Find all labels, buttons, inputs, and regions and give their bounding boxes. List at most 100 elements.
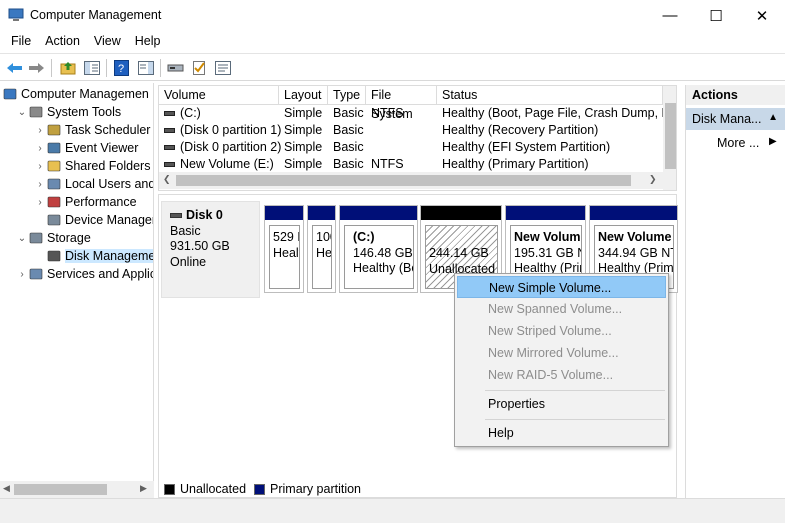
partition-size: 100: [316, 230, 331, 244]
show-hide-tree-icon[interactable]: [82, 58, 101, 77]
partition-status: He: [316, 245, 332, 260]
menu-new-mirrored-volume: New Mirrored Volume...: [488, 346, 619, 360]
collapsed-chevron-icon[interactable]: ›: [34, 161, 46, 172]
tree-item[interactable]: › Event Viewer: [34, 139, 138, 157]
volume-row[interactable]: New Volume (E:) Simple Basic NTFS Healthy (P…: [159, 156, 664, 173]
maximize-button[interactable]: ☐: [693, 0, 739, 31]
actions-disk-management[interactable]: Disk Mana... ▲: [686, 108, 785, 130]
scroll-left-icon[interactable]: ❮: [163, 174, 171, 185]
menu-new-simple-volume[interactable]: New Simple Volume...: [457, 276, 666, 298]
tree-item-label: System Tools: [47, 105, 122, 119]
menu-separator: [485, 419, 665, 420]
volume-type: Basic: [333, 106, 364, 120]
properties-icon[interactable]: [213, 58, 232, 77]
disk-size: 931.50 GB: [170, 239, 230, 253]
tree-item[interactable]: › Shared Folders: [34, 157, 150, 175]
help-icon[interactable]: ?: [112, 58, 131, 77]
tree-item[interactable]: › Services and Applica: [16, 265, 154, 283]
toolbar: ?: [0, 53, 785, 81]
disk-name: Disk 0: [186, 208, 223, 222]
action-pane-icon[interactable]: [136, 58, 155, 77]
disk-icon: [170, 213, 182, 219]
up-folder-icon[interactable]: [58, 58, 77, 77]
column-header-volume[interactable]: Volume: [159, 86, 279, 105]
collapsed-chevron-icon[interactable]: ›: [34, 143, 46, 154]
disk-state: Online: [170, 254, 207, 269]
tree-item[interactable]: Computer Managemen: [2, 85, 149, 103]
volume-list-vertical-scrollbar[interactable]: [663, 86, 676, 190]
partition-recovery[interactable]: 529 MHealt: [264, 205, 304, 293]
tree-item[interactable]: › Performance: [34, 193, 136, 211]
actions-more[interactable]: More ... ▶: [717, 136, 777, 150]
volume-name: (Disk 0 partition 1): [180, 123, 282, 137]
volume-name: (C:): [180, 106, 201, 120]
expanded-chevron-icon[interactable]: ⌄: [16, 107, 28, 118]
menu-file[interactable]: File: [4, 31, 38, 53]
collapsed-chevron-icon[interactable]: ›: [34, 179, 46, 190]
volume-list-horizontal-scrollbar[interactable]: ❮ ❯: [159, 172, 663, 189]
tree-item-label: Storage: [47, 231, 91, 245]
column-header-file-system[interactable]: File System: [366, 86, 437, 121]
menu-properties[interactable]: Properties: [457, 393, 666, 415]
tree-item[interactable]: ⌄ System Tools: [16, 103, 121, 121]
tree-item[interactable]: ⌄ Storage: [16, 229, 91, 247]
expanded-chevron-icon[interactable]: ⌄: [16, 233, 28, 244]
column-header-type[interactable]: Type: [328, 86, 366, 105]
volume-list: Volume Layout Type File System Status (C…: [158, 85, 677, 191]
context-menu: New Simple Volume... New Spanned Volume.…: [454, 273, 669, 447]
actions-pane: Actions Disk Mana... ▲ More ... ▶: [685, 85, 785, 498]
scroll-thumb[interactable]: [665, 103, 676, 169]
menu-new-spanned-volume: New Spanned Volume...: [488, 302, 623, 316]
tree-item-label: Disk Manageme: [65, 249, 154, 263]
disk-type: Basic: [170, 223, 201, 238]
back-icon[interactable]: [5, 58, 24, 77]
column-header-layout[interactable]: Layout: [279, 86, 328, 105]
minimize-button[interactable]: —: [647, 0, 693, 31]
tree-horizontal-scrollbar[interactable]: ◀ ▶: [0, 481, 154, 498]
menu-action[interactable]: Action: [38, 31, 87, 53]
column-header-status[interactable]: Status: [437, 86, 663, 105]
tree-item-label: Services and Applica: [47, 267, 154, 281]
collapsed-chevron-icon[interactable]: ›: [16, 269, 28, 280]
scroll-thumb[interactable]: [14, 484, 107, 495]
volume-name: (Disk 0 partition 2): [180, 140, 282, 154]
disk-0-label[interactable]: Disk 0 Basic 931.50 GB Online: [161, 201, 260, 298]
connect-icon[interactable]: [166, 58, 185, 77]
tree-item[interactable]: › Local Users and: [34, 175, 153, 193]
collapse-up-icon[interactable]: ▲: [768, 112, 778, 123]
tree-item[interactable]: › Task Scheduler: [34, 121, 150, 139]
menu-help[interactable]: Help: [457, 422, 666, 444]
collapsed-chevron-icon[interactable]: ›: [34, 125, 46, 136]
volume-file-system: NTFS: [371, 157, 404, 171]
title-bar: Computer Management — ☐ ✕: [0, 0, 785, 31]
tree-item[interactable]: Disk Manageme: [34, 247, 154, 265]
tree-item[interactable]: Device Manager: [34, 211, 154, 229]
tree-item-label: Device Manager: [65, 213, 154, 227]
partition-efi[interactable]: 100He: [307, 205, 336, 293]
scroll-right-icon[interactable]: ▶: [140, 483, 147, 494]
collapsed-chevron-icon[interactable]: ›: [34, 197, 46, 208]
volume-status: Healthy (Recovery Partition): [442, 123, 599, 137]
tree-item-label: Task Scheduler: [65, 123, 151, 137]
scroll-thumb[interactable]: [176, 175, 631, 186]
scroll-left-icon[interactable]: ◀: [3, 483, 10, 494]
legend-unallocated: Unallocated: [180, 482, 247, 496]
forward-icon[interactable]: [27, 58, 46, 77]
volume-file-system: NTFS: [371, 106, 404, 120]
volume-status: Healthy (EFI System Partition): [442, 140, 611, 154]
storage-icon: [28, 230, 44, 246]
legend: Unallocated Primary partition: [164, 482, 361, 496]
volume-status: Healthy (Boot, Page File, Crash Dump, Pr…: [442, 106, 677, 120]
volume-row[interactable]: (Disk 0 partition 1) Simple Basic Healthy (…: [159, 122, 664, 139]
scroll-right-icon[interactable]: ❯: [649, 174, 657, 185]
partition-c[interactable]: (C:)146.48 GB NTHealthy (Boc: [339, 205, 418, 293]
checklist-icon[interactable]: [190, 58, 209, 77]
volume-layout: Simple: [284, 140, 323, 154]
close-button[interactable]: ✕: [739, 0, 785, 31]
volume-row[interactable]: (Disk 0 partition 2) Simple Basic Healthy (…: [159, 139, 664, 156]
tree-item-label: Shared Folders: [65, 159, 151, 173]
window-title: Computer Management: [30, 8, 162, 22]
volume-row[interactable]: (C:) Simple Basic NTFS Healthy (Boot, Page F…: [159, 105, 676, 122]
menu-help[interactable]: Help: [128, 31, 168, 53]
menu-view[interactable]: View: [87, 31, 128, 53]
